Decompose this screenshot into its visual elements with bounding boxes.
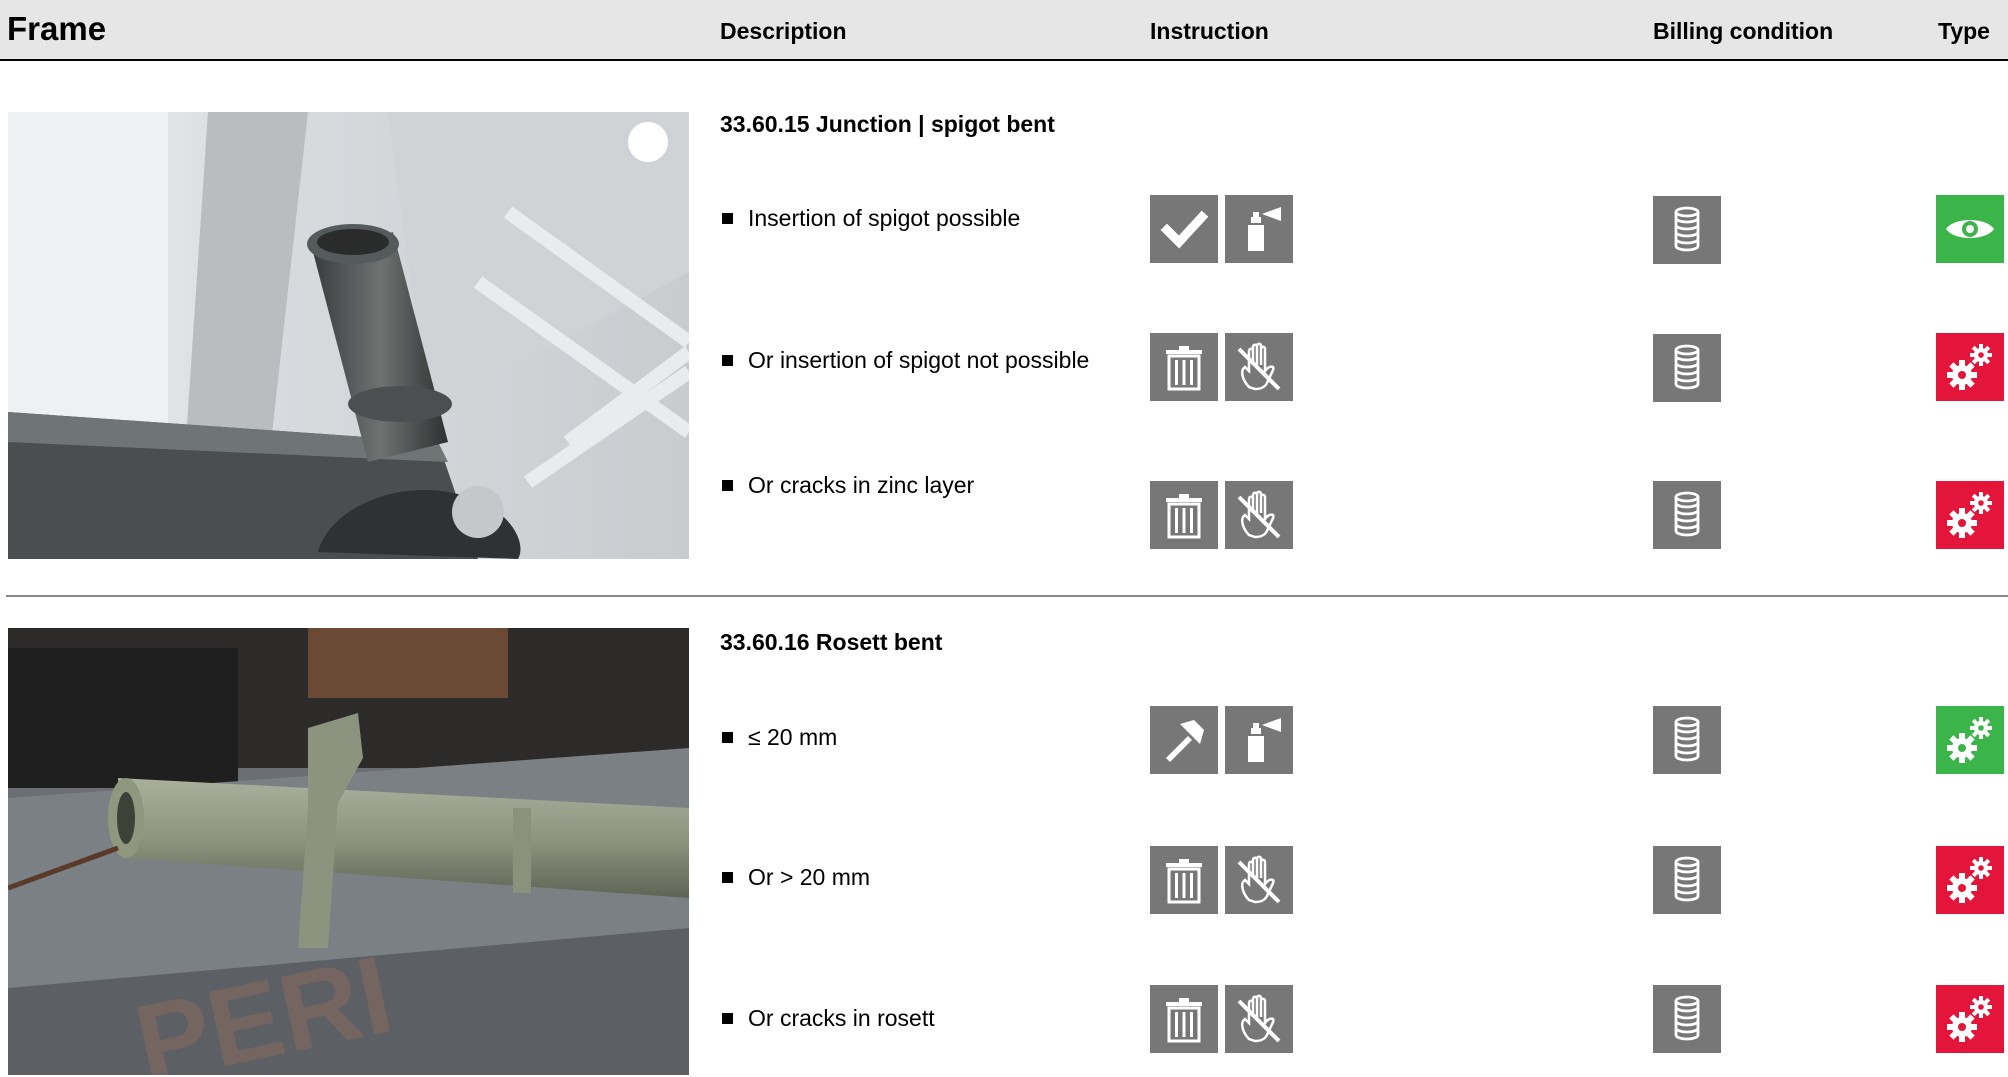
bullet-icon xyxy=(722,1013,733,1024)
list-item-text: Or > 20 mm xyxy=(748,864,871,890)
bullet-icon xyxy=(722,355,733,366)
bullet-icon xyxy=(722,213,733,224)
section-title-spigot-bent: 33.60.15 Junction | spigot bent xyxy=(720,111,1055,137)
bullet-icon xyxy=(722,872,733,883)
coin-stack-icon xyxy=(1653,846,1721,914)
eye-icon xyxy=(1936,195,2004,263)
photo-spigot-bent xyxy=(8,112,689,559)
coin-stack-icon xyxy=(1653,985,1721,1053)
list-item: ≤ 20 mm xyxy=(722,724,837,751)
section-divider xyxy=(6,595,2008,597)
header-frame: Frame xyxy=(7,10,107,47)
trash-icon xyxy=(1150,333,1218,401)
gears-icon xyxy=(1936,706,2004,774)
no-touch-icon xyxy=(1225,481,1293,549)
no-touch-icon xyxy=(1225,846,1293,914)
no-touch-icon xyxy=(1225,333,1293,401)
list-item-text: Or insertion of spigot not possible xyxy=(748,347,1090,373)
check-icon xyxy=(1150,195,1218,263)
hammer-icon xyxy=(1150,706,1218,774)
coin-stack-icon xyxy=(1653,706,1721,774)
bullet-icon xyxy=(722,732,733,743)
coin-stack-icon xyxy=(1653,196,1721,264)
list-item: Insertion of spigot possible xyxy=(722,205,1020,232)
header-instruction: Instruction xyxy=(1150,18,1269,44)
trash-icon xyxy=(1150,481,1218,549)
list-item-text: Insertion of spigot possible xyxy=(748,205,1021,231)
list-item: Or insertion of spigot not possible xyxy=(722,347,1089,374)
gears-icon xyxy=(1936,481,2004,549)
list-item: Or cracks in rosett xyxy=(722,1005,935,1032)
gears-icon xyxy=(1936,985,2004,1053)
header-type: Type xyxy=(1938,18,1990,44)
list-item-text: ≤ 20 mm xyxy=(748,724,838,750)
list-item: Or > 20 mm xyxy=(722,864,870,891)
bullet-icon xyxy=(722,480,733,491)
list-item-text: Or cracks in rosett xyxy=(748,1005,935,1031)
coin-stack-icon xyxy=(1653,481,1721,549)
no-touch-icon xyxy=(1225,985,1293,1053)
trash-icon xyxy=(1150,846,1218,914)
coin-stack-icon xyxy=(1653,334,1721,402)
header-billing-condition: Billing condition xyxy=(1653,18,1834,44)
section-title-rosett-bent: 33.60.16 Rosett bent xyxy=(720,629,943,655)
spray-can-icon xyxy=(1225,195,1293,263)
gears-icon xyxy=(1936,846,2004,914)
list-item-text: Or cracks in zinc layer xyxy=(748,472,975,498)
spray-can-icon xyxy=(1225,706,1293,774)
header-description: Description xyxy=(720,18,847,44)
photo-rosett-bent: PERI xyxy=(8,628,689,1075)
gears-icon xyxy=(1936,333,2004,401)
list-item: Or cracks in zinc layer xyxy=(722,472,974,499)
table-header: Frame Description Instruction Billing co… xyxy=(0,0,2008,61)
trash-icon xyxy=(1150,985,1218,1053)
